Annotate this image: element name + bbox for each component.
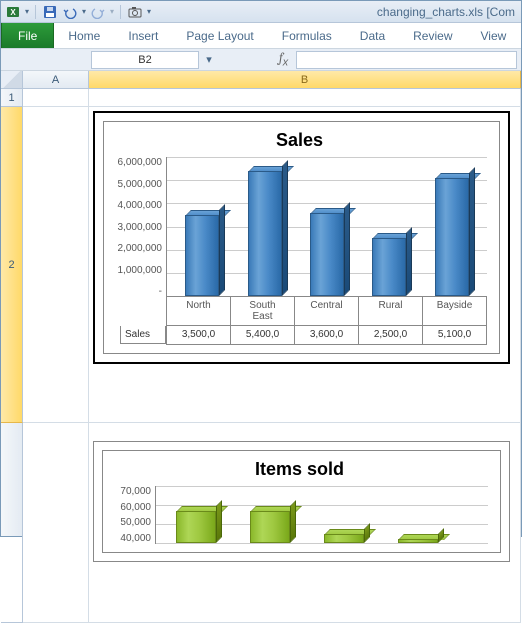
data-bar [248,171,282,296]
cell-a2[interactable] [23,107,89,423]
undo-icon[interactable] [62,4,78,20]
tab-data[interactable]: Data [346,23,399,48]
tab-view[interactable]: View [467,23,521,48]
title-bar: X ▾ ▾ ▾ ▾ changing_charts.xls [Com [1,1,521,23]
tab-review[interactable]: Review [399,23,466,48]
qat-dropdown-icon[interactable]: ▾ [25,7,29,16]
data-bar [324,534,364,543]
save-icon[interactable] [42,4,58,20]
qat-customize-icon[interactable]: ▾ [147,7,151,16]
cell-b1[interactable] [89,89,521,107]
svg-text:X: X [10,8,16,17]
worksheet-grid: 1 2 Sales 6,000,000 5,000,000 [1,89,521,536]
row-header-3[interactable] [1,423,23,623]
col-header-b[interactable]: B [89,71,521,88]
tab-page-layout[interactable]: Page Layout [172,23,267,48]
window-title: changing_charts.xls [Com [377,5,517,19]
redo-icon[interactable] [90,4,106,20]
redo-dropdown-icon[interactable]: ▾ [110,7,114,16]
cell-a1[interactable] [23,89,89,107]
tab-formulas[interactable]: Formulas [268,23,346,48]
chart-items-sold[interactable]: Items sold 70,000 60,000 50,000 40,000 [93,441,510,562]
name-box[interactable]: B2 [91,51,199,69]
data-bar [176,511,216,543]
data-bar [185,215,219,296]
column-headers: A B [1,71,521,89]
undo-dropdown-icon[interactable]: ▾ [82,7,86,16]
tab-insert[interactable]: Insert [114,23,172,48]
ribbon-tabs: File Home Insert Page Layout Formulas Da… [1,23,521,49]
plot-area [166,157,487,297]
data-bar [435,178,469,296]
cell-a3[interactable] [23,423,89,623]
data-bar [250,511,290,543]
plot-area [155,486,488,544]
cell-b3[interactable]: Items sold 70,000 60,000 50,000 40,000 [89,423,521,623]
select-all-triangle[interactable] [1,71,23,88]
data-bar [310,213,344,296]
data-bar [398,539,438,543]
chart-title: Sales [112,130,487,151]
chart-data-table: Sales 3,500,0 5,400,0 3,600,0 2,500,0 5,… [166,325,487,345]
y-axis: 70,000 60,000 50,000 40,000 [111,486,155,544]
chart-sales[interactable]: Sales 6,000,000 5,000,000 4,000,000 3,00… [93,111,510,364]
col-header-a[interactable]: A [23,71,89,88]
row-header-1[interactable]: 1 [1,89,23,107]
chart-title: Items sold [111,459,488,480]
x-axis: North SouthEast Central Rural Bayside [166,297,487,325]
camera-icon[interactable] [127,4,143,20]
file-tab[interactable]: File [1,23,54,48]
tab-home[interactable]: Home [54,23,114,48]
cell-b2[interactable]: Sales 6,000,000 5,000,000 4,000,000 3,00… [89,107,521,423]
y-axis: 6,000,000 5,000,000 4,000,000 3,000,000 … [112,157,166,297]
excel-icon: X [5,4,21,20]
fx-icon[interactable]: fx [279,51,288,69]
row-header-2[interactable]: 2 [1,107,23,423]
name-box-dropdown-icon[interactable]: ▾ [201,51,217,69]
formula-bar-row: B2 ▾ fx [1,49,521,71]
formula-bar[interactable] [296,51,517,69]
data-bar [372,238,406,296]
